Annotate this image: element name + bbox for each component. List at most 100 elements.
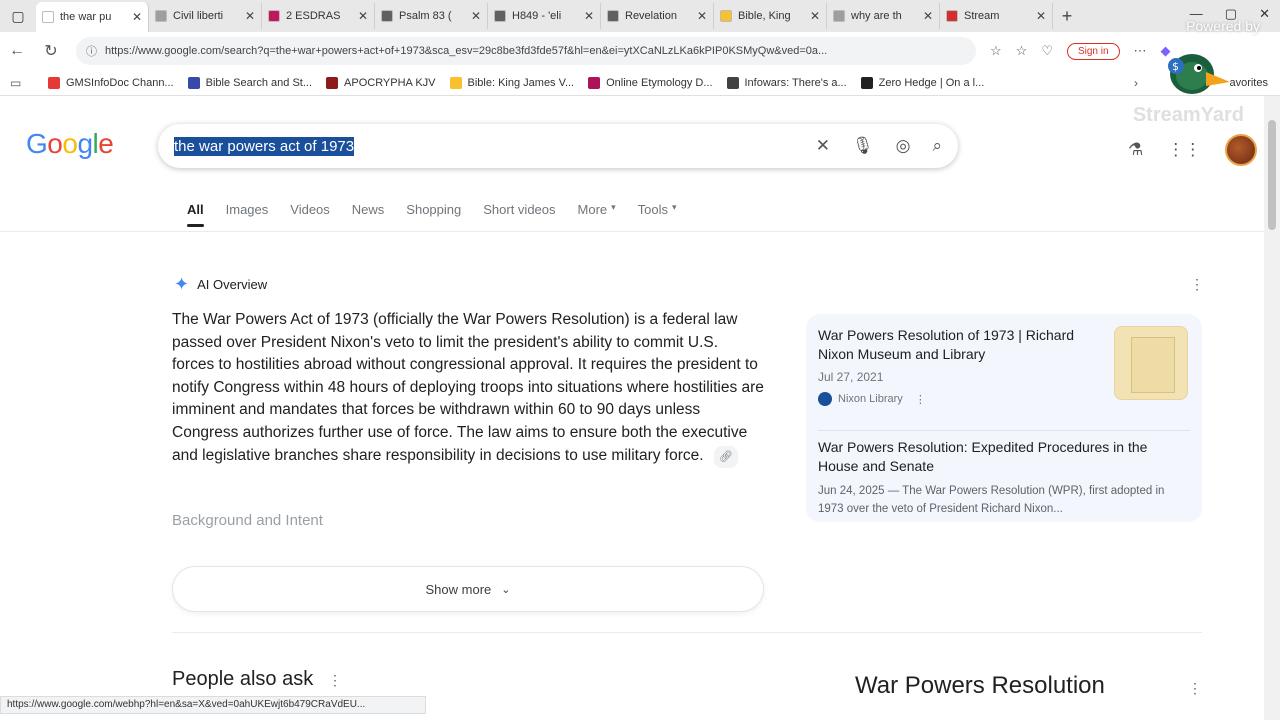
- bookmark-item[interactable]: Online Etymology D...: [588, 76, 713, 89]
- tab-close-icon[interactable]: ✕: [923, 9, 933, 23]
- bookmark-favicon: [449, 76, 462, 89]
- browser-tab[interactable]: Psalm 83 ( ✕: [375, 3, 488, 29]
- search-results-page: Google the war powers act of 1973 ✕ 🎙︎ ◎…: [0, 96, 1264, 720]
- labs-flask-icon[interactable]: ⚗︎: [1128, 140, 1143, 160]
- link-icon[interactable]: 🔗︎: [713, 445, 738, 469]
- tab-actions-icon[interactable]: ▢: [0, 0, 36, 32]
- filter-tab[interactable]: Images: [226, 202, 269, 227]
- bookmark-favicon: [48, 76, 60, 89]
- search-icon[interactable]: ⌕: [932, 136, 942, 156]
- google-logo[interactable]: Google: [26, 128, 114, 160]
- tab-favicon: [268, 10, 280, 22]
- site-info-icon[interactable]: ⓘ: [86, 43, 97, 59]
- tab-title: the war pu: [60, 11, 112, 23]
- sign-in-button[interactable]: Sign in: [1066, 42, 1120, 60]
- ai-overview-body: The War Powers Act of 1973 (officially t…: [172, 311, 764, 464]
- other-favorites[interactable]: avorites: [1229, 77, 1268, 89]
- tab-close-icon[interactable]: ✕: [471, 9, 481, 23]
- page-scrollbar[interactable]: [1264, 96, 1280, 720]
- bookmark-favicon: [726, 76, 739, 89]
- source-site-name: Nixon Library: [838, 393, 903, 405]
- bookmark-favicon: [326, 76, 339, 89]
- clear-icon[interactable]: ✕: [816, 136, 830, 156]
- streamyard-watermark: StreamYard: [1132, 104, 1244, 126]
- tab-close-icon[interactable]: ✕: [810, 9, 820, 23]
- source-title[interactable]: War Powers Resolution of 1973 | Richard …: [818, 326, 1098, 364]
- browser-tab[interactable]: why are th ✕: [827, 3, 940, 29]
- bookmark-item[interactable]: Bible: King James V...: [449, 76, 574, 89]
- streamyard-duck-logo: $: [1168, 54, 1230, 94]
- bookmark-label: APOCRYPHA KJV: [344, 76, 436, 89]
- browser-tab[interactable]: the war pu ✕: [36, 2, 149, 32]
- bookmark-item[interactable]: APOCRYPHA KJV: [326, 76, 436, 89]
- source-card[interactable]: War Powers Resolution: Expedited Procedu…: [818, 438, 1178, 518]
- search-filters: All Images Videos News Shopping Short videos M…: [187, 202, 699, 227]
- ai-overview-header: ✦ AI Overview: [174, 274, 267, 295]
- account-avatar[interactable]: [1225, 134, 1258, 166]
- bookmark-item[interactable]: Infowars: There's a...: [726, 76, 847, 89]
- filter-tab[interactable]: Videos: [290, 202, 330, 227]
- url-field[interactable]: ⓘ https://www.google.com/search?q=the+wa…: [76, 37, 976, 65]
- new-tab-button[interactable]: +: [1053, 6, 1081, 27]
- close-window-icon[interactable]: ✕: [1259, 6, 1270, 22]
- extensions-icon[interactable]: ♡: [1041, 43, 1053, 59]
- more-options-icon[interactable]: ⋯: [1134, 43, 1147, 59]
- ai-overview-text: The War Powers Act of 1973 (officially t…: [172, 309, 764, 469]
- browser-tab[interactable]: 2 ESDRAS ✕: [262, 3, 375, 29]
- show-more-label: Show more: [425, 581, 492, 597]
- favorites-icon[interactable]: ☆: [1016, 43, 1028, 59]
- knowledge-panel-menu-icon[interactable]: ⋮: [1188, 680, 1202, 697]
- dropdown-caret-icon: ▾: [672, 202, 677, 212]
- favorite-star-icon[interactable]: ☆: [990, 43, 1002, 59]
- back-icon[interactable]: ←: [0, 42, 34, 60]
- svg-text:$: $: [1172, 60, 1179, 73]
- lens-icon[interactable]: ◎: [896, 136, 911, 156]
- filter-tab[interactable]: More: [578, 202, 608, 227]
- tab-title: Bible, King: [738, 10, 791, 22]
- ai-overview-menu-icon[interactable]: ⋮: [1190, 276, 1204, 293]
- bookmark-item[interactable]: Bible Search and St...: [187, 76, 313, 89]
- tab-close-icon[interactable]: ✕: [697, 9, 707, 23]
- source-menu-icon[interactable]: ⋮: [915, 393, 926, 406]
- source-thumbnail[interactable]: [1114, 326, 1188, 400]
- bookmarks-panel-icon[interactable]: ▭: [10, 76, 21, 90]
- reload-icon[interactable]: ↻: [34, 41, 68, 61]
- show-more-button[interactable]: Show more ⌄: [172, 566, 764, 612]
- url-text: https://www.google.com/search?q=the+war+…: [105, 45, 828, 57]
- browser-tab[interactable]: Civil liberti ✕: [149, 3, 262, 29]
- tab-close-icon[interactable]: ✕: [358, 9, 368, 23]
- address-bar-row: ← ↻ ⓘ https://www.google.com/search?q=th…: [0, 32, 1280, 70]
- search-box[interactable]: the war powers act of 1973 ✕ 🎙︎ ◎ ⌕: [158, 124, 958, 168]
- filter-tab[interactable]: Short videos: [483, 202, 555, 227]
- search-input[interactable]: the war powers act of 1973: [174, 136, 355, 156]
- filter-tab[interactable]: Tools: [638, 202, 668, 227]
- filter-tab[interactable]: Shopping: [406, 202, 461, 227]
- browser-tab[interactable]: Bible, King ✕: [714, 3, 827, 29]
- powered-by-overlay: Powered by: [1186, 18, 1260, 34]
- bookmark-label: Bible Search and St...: [205, 76, 313, 89]
- people-also-ask-menu-icon[interactable]: ⋮: [328, 672, 342, 689]
- microphone-icon[interactable]: 🎙︎: [852, 136, 874, 156]
- source-title[interactable]: War Powers Resolution: Expedited Procedu…: [818, 438, 1178, 476]
- browser-tab[interactable]: Stream ✕: [940, 3, 1053, 29]
- ai-overview-label: AI Overview: [197, 277, 268, 292]
- tab-close-icon[interactable]: ✕: [1036, 9, 1046, 23]
- bookmark-label: GMSInfoDoc Chann...: [66, 76, 174, 89]
- bookmarks-overflow-icon[interactable]: ›: [1134, 76, 1138, 90]
- people-also-ask-heading: People also ask: [172, 668, 314, 690]
- filter-tab[interactable]: All: [187, 202, 204, 227]
- tab-favicon: [155, 10, 167, 22]
- tab-title: Psalm 83 (: [399, 10, 452, 22]
- filter-tab[interactable]: News: [352, 202, 385, 227]
- tab-close-icon[interactable]: ✕: [132, 10, 142, 24]
- status-bar-url: https://www.google.com/webhp?hl=en&sa=X&…: [0, 696, 426, 714]
- bookmark-item[interactable]: Zero Hedge | On a l...: [860, 76, 984, 89]
- browser-tab[interactable]: H849 - 'eli ✕: [488, 3, 601, 29]
- browser-tab[interactable]: Revelation ✕: [601, 3, 714, 29]
- tab-close-icon[interactable]: ✕: [245, 9, 255, 23]
- tab-close-icon[interactable]: ✕: [584, 9, 594, 23]
- bookmark-item[interactable]: GMSInfoDoc Chann...: [48, 76, 174, 89]
- scrollbar-thumb[interactable]: [1268, 120, 1276, 230]
- dropdown-caret-icon: ▾: [611, 202, 616, 212]
- apps-grid-icon[interactable]: ⋮⋮: [1167, 140, 1201, 160]
